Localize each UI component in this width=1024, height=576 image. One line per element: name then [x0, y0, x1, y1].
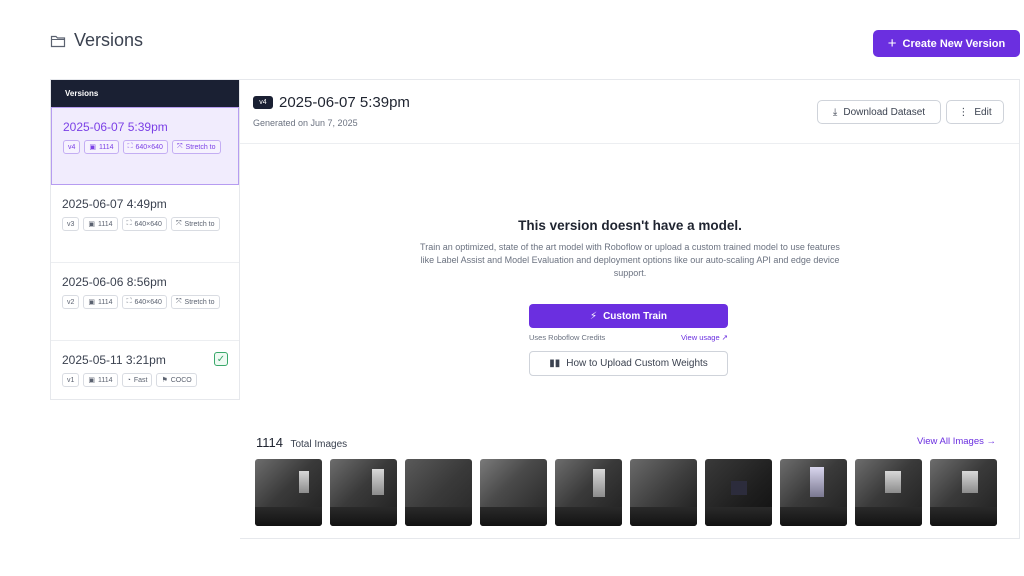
lightning-icon: ⚡ [590, 310, 598, 322]
book-icon: ▮▮ [549, 358, 561, 369]
transform-value: Stretch to [185, 143, 216, 151]
version-title: 2025-06-07 5:39pm [279, 94, 410, 111]
speed-value: Fast [133, 376, 148, 384]
image-thumbnail[interactable] [555, 459, 622, 526]
image-count: 1114 [98, 298, 113, 306]
version-item-v2[interactable]: 2025-06-06 8:56pm v2 ▣ 1114 ⛶ 640×640 ⤧ Str… [51, 263, 239, 341]
create-new-version-button[interactable]: + Create New Version [873, 30, 1020, 57]
credits-text: Uses Roboflow Credits [529, 333, 606, 342]
page-title-group: Versions [50, 30, 143, 51]
image-thumbnail[interactable] [330, 459, 397, 526]
image-thumbnail[interactable] [855, 459, 922, 526]
size-chip: ⛶ 640×640 [122, 140, 168, 154]
speed-chip: ◔ Fast [121, 373, 153, 387]
transform-chip: ⤧ Stretch to [170, 295, 220, 309]
size-value: 640×640 [134, 220, 162, 228]
version-item-v4[interactable]: 2025-06-07 5:39pm v4 ▣ 1114 ⛶ 640×640 ⤧ Str… [51, 107, 239, 185]
download-icon: ⤓ [832, 106, 838, 118]
upload-custom-weights-label: How to Upload Custom Weights [566, 358, 708, 369]
flag-icon: ⚑ [161, 377, 168, 384]
transform-value: Stretch to [184, 298, 215, 306]
format-chip: ⚑ COCO [156, 373, 197, 387]
image-count: 1114 [98, 220, 113, 228]
version-date: 2025-06-06 8:56pm [62, 275, 167, 289]
no-model-description: Train an optimized, state of the art mod… [420, 242, 840, 278]
version-date: 2025-05-11 3:21pm [62, 353, 166, 367]
image-thumbnail[interactable] [480, 459, 547, 526]
image-count-chip: ▣ 1114 [83, 217, 118, 231]
no-model-section: This version doesn't have a model. Train… [240, 218, 1020, 280]
stretch-icon: ⤧ [176, 143, 183, 150]
transform-chip: ⤧ Stretch to [170, 217, 220, 231]
total-images-label: Total Images [290, 439, 348, 450]
version-item-v1[interactable]: 2025-05-11 3:21pm ✓ v1 ▣ 1114 ◔ Fast ⚑ COCO [51, 341, 239, 400]
image-count-chip: ▣ 1114 [84, 140, 119, 154]
page-title: Versions [74, 30, 144, 50]
page-header: Versions + Create New Version [50, 30, 1020, 58]
version-badge: v4 [253, 96, 273, 109]
version-chips: v3 ▣ 1114 ⛶ 640×640 ⤧ Stretch to [62, 217, 232, 231]
version-chips: v4 ▣ 1114 ⛶ 640×640 ⤧ Stretch to [63, 140, 233, 154]
version-tag-chip: v3 [62, 217, 80, 231]
plus-icon: + [887, 35, 897, 52]
versions-sidebar: Versions 2025-06-07 5:39pm v4 ▣ 1114 ⛶ 640… [50, 79, 240, 400]
image-icon: ▣ [89, 144, 97, 151]
view-usage-link[interactable]: View usage ↗ [681, 333, 728, 342]
resize-icon: ⛶ [126, 220, 132, 227]
image-thumbnail[interactable] [255, 459, 322, 526]
stretch-icon: ⤧ [175, 220, 182, 227]
image-thumbnails [255, 459, 997, 526]
version-tag-chip: v1 [62, 373, 80, 387]
generated-date: Generated on Jun 7, 2025 [253, 118, 358, 128]
version-tag-chip: v2 [62, 295, 80, 309]
image-count-chip: ▣ 1114 [83, 295, 118, 309]
image-thumbnail[interactable] [930, 459, 997, 526]
total-images-count: 1114 [256, 435, 283, 450]
size-chip: ⛶ 640×640 [121, 217, 167, 231]
version-date: 2025-06-07 5:39pm [63, 120, 168, 134]
download-dataset-button[interactable]: ⤓ Download Dataset [817, 100, 941, 124]
resize-icon: ⛶ [126, 298, 132, 305]
image-count-chip: ▣ 1114 [83, 373, 118, 387]
version-detail-header: v4 2025-06-07 5:39pm Generated on Jun 7,… [240, 80, 1019, 144]
version-chips: v2 ▣ 1114 ⛶ 640×640 ⤧ Stretch to [62, 295, 232, 309]
more-vertical-icon: ⋮ [958, 106, 969, 118]
edit-button[interactable]: ⋮ Edit [946, 100, 1004, 124]
stretch-icon: ⤧ [175, 298, 182, 305]
sidebar-header: Versions [51, 80, 239, 107]
view-all-images-link[interactable]: View All Images → [917, 436, 996, 447]
transform-value: Stretch to [184, 220, 215, 228]
image-thumbnail[interactable] [630, 459, 697, 526]
download-dataset-label: Download Dataset [843, 106, 926, 118]
format-value: COCO [170, 376, 192, 384]
trained-check-icon: ✓ [214, 352, 228, 366]
create-new-version-label: Create New Version [902, 37, 1006, 50]
version-date: 2025-06-07 4:49pm [62, 197, 167, 211]
size-value: 640×640 [134, 298, 162, 306]
version-tag-chip: v4 [63, 140, 81, 154]
resize-icon: ⛶ [127, 143, 133, 150]
folder-icon [50, 34, 66, 48]
image-count: 1114 [98, 376, 113, 384]
custom-train-button[interactable]: ⚡ Custom Train [529, 304, 728, 328]
edit-label: Edit [974, 106, 992, 118]
image-thumbnail[interactable] [405, 459, 472, 526]
image-icon: ▣ [88, 221, 96, 228]
version-item-v3[interactable]: 2025-06-07 4:49pm v3 ▣ 1114 ⛶ 640×640 ⤧ Str… [51, 185, 239, 263]
image-thumbnail[interactable] [780, 459, 847, 526]
size-chip: ⛶ 640×640 [121, 295, 167, 309]
images-header: 1114 Total Images View All Images → [256, 434, 996, 450]
speed-icon: ◔ [126, 376, 131, 384]
image-icon: ▣ [88, 299, 96, 306]
no-model-title: This version doesn't have a model. [518, 218, 742, 233]
image-count: 1114 [99, 143, 114, 151]
size-value: 640×640 [135, 143, 163, 151]
version-detail-panel: v4 2025-06-07 5:39pm Generated on Jun 7,… [240, 79, 1020, 539]
image-thumbnail[interactable] [705, 459, 772, 526]
custom-train-label: Custom Train [603, 310, 667, 322]
version-chips: v1 ▣ 1114 ◔ Fast ⚑ COCO [62, 373, 232, 387]
transform-chip: ⤧ Stretch to [171, 140, 221, 154]
upload-custom-weights-button[interactable]: ▮▮ How to Upload Custom Weights [529, 351, 728, 376]
image-icon: ▣ [88, 377, 96, 384]
